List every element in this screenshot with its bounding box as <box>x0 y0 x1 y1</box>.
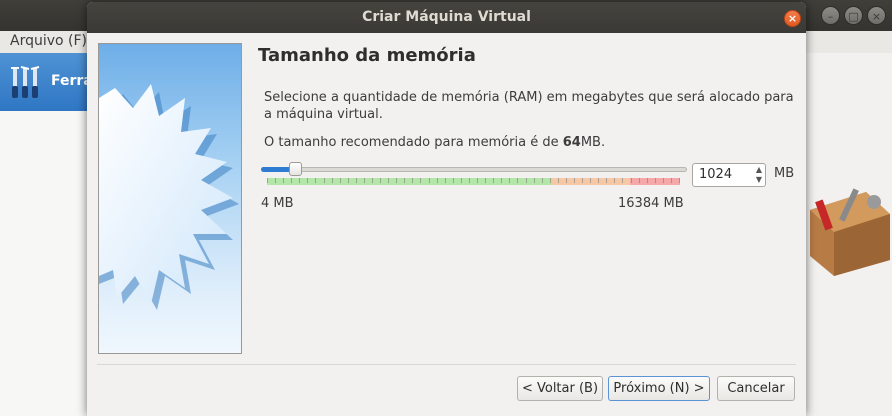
slider-tick <box>509 178 510 183</box>
slider-tick <box>396 178 397 183</box>
slider-tick <box>404 178 405 183</box>
close-icon[interactable]: × <box>784 10 801 27</box>
slider-tick <box>655 178 656 183</box>
cancel-button[interactable]: Cancelar <box>717 376 795 401</box>
dialog-title: Criar Máquina Virtual <box>362 9 531 25</box>
slider-tick <box>526 178 527 183</box>
page-title: Tamanho da memória <box>258 45 476 66</box>
slider-tick <box>598 178 599 183</box>
min-memory-label: 4 MB <box>261 196 294 211</box>
slider-tick <box>590 178 591 183</box>
slider-tick <box>606 178 607 183</box>
slider-tick <box>299 178 300 183</box>
memory-unit-label: MB <box>774 166 795 181</box>
slider-tick <box>517 178 518 183</box>
slider-tick <box>340 178 341 183</box>
slider-tick <box>364 178 365 183</box>
chevron-up-icon[interactable]: ▲ <box>756 165 762 174</box>
slider-tick <box>679 178 680 183</box>
slider-tick <box>614 178 615 183</box>
slider-tick <box>671 178 672 183</box>
recommended-value: 64 <box>562 135 581 150</box>
slider-tick <box>453 178 454 183</box>
slider-tick <box>582 178 583 183</box>
slider-handle[interactable] <box>289 162 302 176</box>
slider-tick <box>332 178 333 183</box>
wizard-watermark-image <box>98 43 242 354</box>
slider-tick <box>380 178 381 183</box>
minimize-icon[interactable]: – <box>821 6 840 25</box>
slider-tick <box>469 178 470 183</box>
maximize-icon[interactable]: □ <box>844 6 863 25</box>
slider-tick <box>315 178 316 183</box>
memory-value[interactable]: 1024 <box>699 167 732 182</box>
recommended-memory-text: O tamanho recomendado para memória é de … <box>264 135 605 150</box>
chevron-down-icon[interactable]: ▼ <box>756 175 762 184</box>
next-button[interactable]: Próximo (N) > <box>608 376 710 401</box>
slider-tick <box>356 178 357 183</box>
slider-tick <box>534 178 535 183</box>
slider-tick <box>324 178 325 183</box>
slider-tick <box>461 178 462 183</box>
tools-item[interactable]: Ferra <box>0 53 93 111</box>
slider-tick <box>445 178 446 183</box>
slider-tick <box>622 178 623 183</box>
slider-tick <box>493 178 494 183</box>
slider-tick <box>372 178 373 183</box>
slider-tick <box>477 178 478 183</box>
tools-icon <box>11 66 40 98</box>
slider-tick <box>267 178 268 183</box>
slider-tick <box>307 178 308 183</box>
divider <box>97 364 796 365</box>
create-vm-dialog: Criar Máquina Virtual × Tamanho da memór… <box>87 2 806 416</box>
slider-tick <box>275 178 276 183</box>
recommended-prefix: O tamanho recomendado para memória é de <box>264 135 563 150</box>
slider-tick <box>283 178 284 183</box>
close-icon[interactable]: × <box>867 6 886 25</box>
slider-tick <box>412 178 413 183</box>
slider-tick <box>291 178 292 183</box>
slider-groove <box>261 167 687 172</box>
slider-tick <box>542 178 543 183</box>
slider-tick <box>663 178 664 183</box>
slider-tick <box>566 178 567 183</box>
recommended-suffix: MB. <box>580 135 606 150</box>
slider-tick <box>574 178 575 183</box>
dialog-titlebar[interactable]: Criar Máquina Virtual × <box>87 2 806 33</box>
max-memory-label: 16384 MB <box>618 196 684 211</box>
slider-ticks <box>267 178 680 185</box>
slider-tick <box>420 178 421 183</box>
slider-tick <box>639 178 640 183</box>
slider-tick <box>429 178 430 183</box>
memory-spinbox[interactable]: 1024 ▲ ▼ <box>692 163 766 187</box>
description-text: Selecione a quantidade de memória (RAM) … <box>264 90 794 122</box>
slider-tick <box>437 178 438 183</box>
slider-tick <box>647 178 648 183</box>
slider-tick <box>631 178 632 183</box>
starburst-icon <box>99 84 239 310</box>
toolbox-icon <box>810 188 890 276</box>
slider-tick <box>558 178 559 183</box>
back-button[interactable]: < Voltar (B) <box>517 376 603 401</box>
slider-tick <box>501 178 502 183</box>
slider-tick <box>348 178 349 183</box>
slider-tick <box>388 178 389 183</box>
slider-tick <box>485 178 486 183</box>
menu-file[interactable]: Arquivo (F) <box>10 33 87 49</box>
window-controls: – □ × <box>821 6 886 25</box>
slider-tick <box>550 178 551 183</box>
